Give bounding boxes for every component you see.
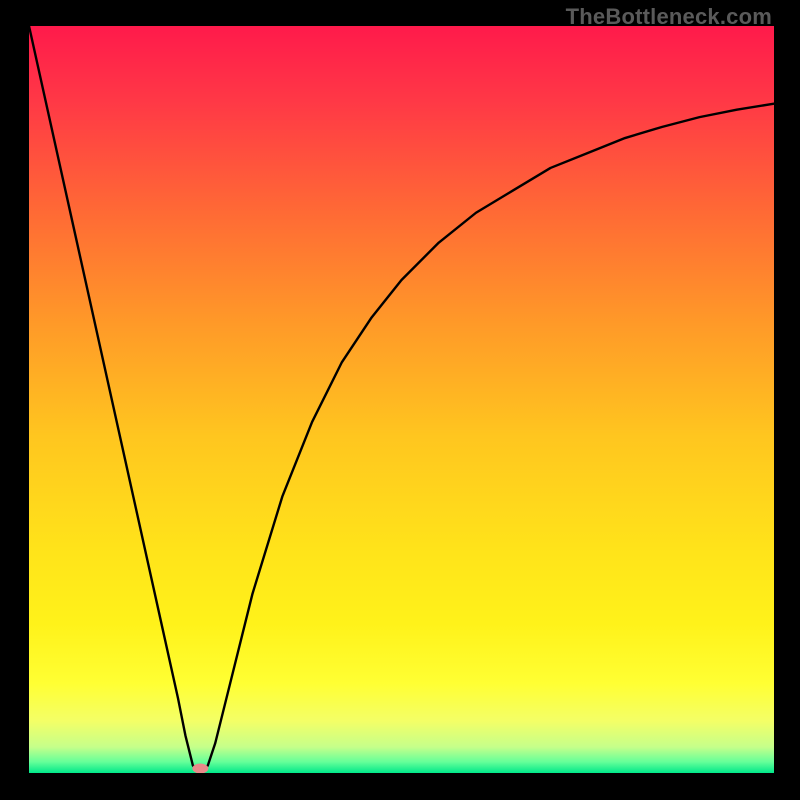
- chart-svg: [29, 26, 774, 773]
- chart-frame: TheBottleneck.com: [0, 0, 800, 800]
- gradient-background: [29, 26, 774, 773]
- plot-area: [29, 26, 774, 773]
